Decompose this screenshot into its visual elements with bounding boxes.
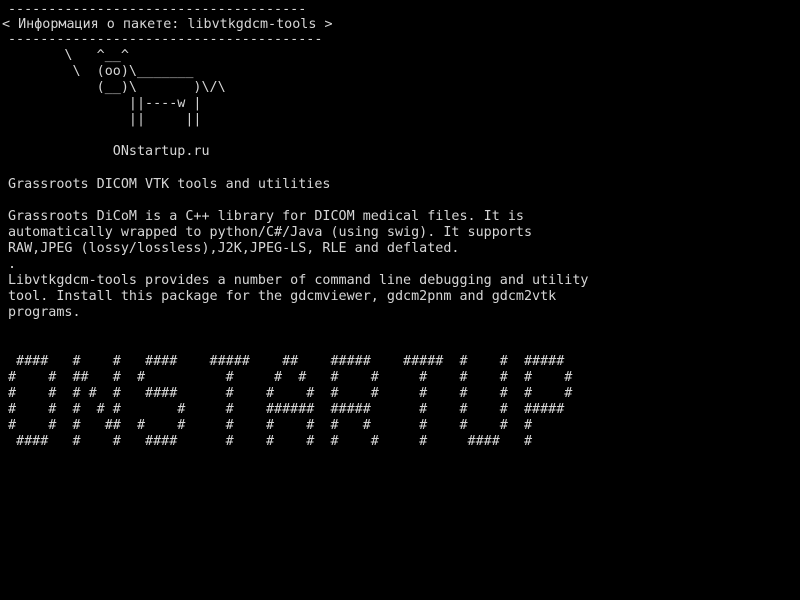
banner-bottom-border: --------------------------------------- <box>8 32 323 47</box>
package-description: Grassroots DiCoM is a C++ library for DI… <box>8 209 588 321</box>
ascii-art-banner: #### # # #### ##### ## ##### ##### # # #… <box>8 354 572 450</box>
cow-line: ||----w | <box>8 96 202 111</box>
cowsay-ascii-cow: \ ^__^ \ (oo)\_______ (__)\ )\/\ ||----w… <box>8 48 226 160</box>
package-summary: Grassroots DICOM VTK tools and utilities <box>8 177 331 192</box>
package-summary-block: Grassroots DICOM VTK tools and utilities <box>8 177 330 193</box>
cow-line: \ ^__^ <box>8 48 129 63</box>
ascii-art-line: # # # ## # # # # # # # # # # # <box>8 418 533 433</box>
banner-title: < Информация о пакете: libvtkgdcm-tools … <box>2 17 333 32</box>
banner-top-border: ------------------------------------- <box>8 2 307 17</box>
cow-line: || || <box>8 112 202 127</box>
description-line: RAW,JPEG (lossy/lossless),J2K,JPEG-LS, R… <box>8 241 460 256</box>
site-credit: ONstartup.ru <box>8 144 210 159</box>
package-info-banner: ------------------------------------- <box>8 2 306 18</box>
ascii-art-line: #### # # #### ##### ## ##### ##### # # #… <box>8 354 565 369</box>
terminal-screen: ------------------------------------- < … <box>0 0 800 600</box>
description-line: Grassroots DiCoM is a C++ library for DI… <box>8 209 524 224</box>
description-line: programs. <box>8 305 81 320</box>
ascii-art-line: #### # # #### # # # # # # #### # <box>8 434 533 449</box>
package-info-bottom-row: --------------------------------------- <box>8 32 322 48</box>
description-line: tool. Install this package for the gdcmv… <box>8 289 557 304</box>
description-line: Libvtkgdcm-tools provides a number of co… <box>8 273 589 288</box>
cow-line: (__)\ )\/\ <box>8 80 226 95</box>
ascii-art-line: # # # # # # # ###### ##### # # # ##### <box>8 402 565 417</box>
ascii-art-line: # # ## # # # # # # # # # # # # <box>8 370 573 385</box>
package-info-title-row: < Информация о пакете: libvtkgdcm-tools … <box>2 17 333 33</box>
cow-line: \ (oo)\_______ <box>8 64 194 79</box>
description-line: . <box>8 257 17 272</box>
ascii-art-line: # # # # # #### # # # # # # # # # # <box>8 386 573 401</box>
description-line: automatically wrapped to python/C#/Java … <box>8 225 533 240</box>
